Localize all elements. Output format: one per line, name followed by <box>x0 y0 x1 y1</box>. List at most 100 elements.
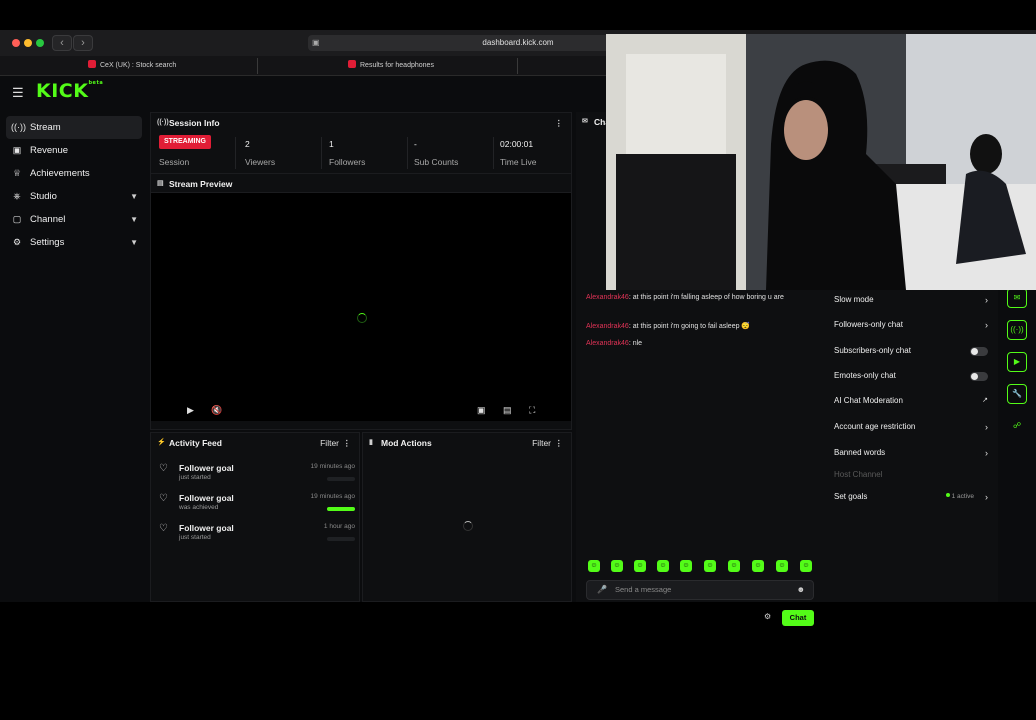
emote-icon[interactable]: ☺ <box>588 560 600 572</box>
stat-viewers: 2 Viewers <box>245 135 315 171</box>
stat-label: Session <box>159 157 190 167</box>
activity-feed-panel: ⚡ Activity Feed Filter ⋮ ♡ Follower goal… <box>150 432 360 602</box>
broadcast-icon[interactable]: ((·)) <box>1007 320 1027 340</box>
loading-spinner-icon <box>463 521 473 531</box>
subscribers-only-toggle[interactable] <box>970 347 988 356</box>
sidebar-item-studio[interactable]: ⎈ Studio ▼ <box>6 185 142 208</box>
emote-icon[interactable]: ☺ <box>657 560 669 572</box>
chat-message: Alexandrak46: at this point i'm falling … <box>586 294 784 301</box>
divider <box>321 137 322 169</box>
sidebar-item-revenue[interactable]: ▣ Revenue <box>6 139 142 162</box>
cex-favicon-icon <box>88 60 96 68</box>
chevron-right-icon: › <box>985 448 988 458</box>
emote-icon[interactable]: ☺ <box>680 560 692 572</box>
site-info-icon[interactable]: ▣ <box>312 35 320 51</box>
screen: ‹ › ▣ dashboard.kick.com CeX (UK) : Stoc… <box>0 0 1036 720</box>
chat-username[interactable]: Alexandrak46 <box>586 323 629 330</box>
banned-words-item[interactable]: Banned words › <box>834 445 994 461</box>
webcam-overlay <box>606 34 1036 290</box>
maximize-window-button[interactable] <box>36 39 44 47</box>
stream-preview-icon: ▤ <box>157 180 164 187</box>
chat-username[interactable]: Alexandrak46 <box>586 340 629 347</box>
divider <box>235 137 236 169</box>
sidebar-item-achievements[interactable]: ♕ Achievements <box>6 162 142 185</box>
sidebar-item-channel[interactable]: ▢ Channel ▼ <box>6 208 142 231</box>
stat-value: 1 <box>329 139 334 149</box>
emote-icon[interactable]: ☺ <box>752 560 764 572</box>
chevron-right-icon: › <box>985 422 988 432</box>
slow-mode-item[interactable]: Slow mode › <box>834 292 994 308</box>
stat-value: - <box>414 139 417 149</box>
ai-chat-moderation-item[interactable]: AI Chat Moderation ↗ <box>834 393 994 409</box>
chevron-right-icon: › <box>985 295 988 305</box>
studio-icon: ⎈ <box>13 191 21 201</box>
stat-label: Followers <box>329 157 366 167</box>
chat-settings-menu: Slow mode › Followers-only chat › Subscr… <box>828 290 998 602</box>
external-link-icon: ↗ <box>982 397 988 404</box>
broadcast-icon: ((·)) <box>11 122 26 132</box>
sidebar-item-stream[interactable]: ((·)) Stream <box>6 116 142 139</box>
divider <box>407 137 408 169</box>
heart-icon: ♡ <box>159 523 168 534</box>
lightning-icon: ⚡ <box>157 439 166 446</box>
more-options-icon[interactable]: ⋮ <box>555 433 564 453</box>
browser-tab-headphones[interactable]: Results for headphones <box>340 58 518 74</box>
video-icon[interactable]: ▶ <box>1007 352 1027 372</box>
picture-in-picture-icon[interactable]: ▣ <box>477 405 486 416</box>
more-options-icon[interactable]: ⋮ <box>343 433 352 453</box>
emote-icon[interactable]: ☺ <box>776 560 788 572</box>
stream-preview-player[interactable]: ▶ 🔇 ▣ ▤ ⛶ <box>151 193 571 421</box>
activity-item: ♡ Follower goal just started 1 hour ago <box>159 523 355 541</box>
activity-filter-button[interactable]: Filter <box>320 433 339 453</box>
mod-actions-panel: ▮ Mod Actions Filter ⋮ <box>362 432 572 602</box>
send-chat-button[interactable]: Chat <box>782 610 814 626</box>
minimize-window-button[interactable] <box>24 39 32 47</box>
goals-active-tag: 1 active <box>945 489 974 505</box>
chat-message-input[interactable]: 🎤 Send a message ☻ <box>586 580 814 600</box>
share-icon[interactable]: ☍ <box>1007 416 1027 436</box>
activity-item: ♡ Follower goal was achieved 19 minutes … <box>159 493 355 511</box>
menu-icon[interactable]: ☰ <box>12 85 24 101</box>
mute-icon[interactable]: 🔇 <box>211 405 222 416</box>
wrench-icon[interactable]: 🔧 <box>1007 384 1027 404</box>
chat-username[interactable]: Alexandrak46 <box>586 294 629 301</box>
account-age-restriction-item[interactable]: Account age restriction › <box>834 419 994 435</box>
subscribers-only-chat-item[interactable]: Subscribers-only chat <box>834 343 994 359</box>
argos-favicon-icon <box>348 60 356 68</box>
emotes-only-toggle[interactable] <box>970 372 988 381</box>
stat-label: Time Live <box>500 157 537 167</box>
back-button[interactable]: ‹ <box>52 35 72 51</box>
more-options-icon[interactable]: ⋮ <box>555 113 564 133</box>
emote-icon[interactable]: ☺ <box>704 560 716 572</box>
emote-icon[interactable]: ☺ <box>611 560 623 572</box>
stream-preview-header: ▤ Stream Preview <box>151 173 571 193</box>
emote-icon[interactable]: ☺ <box>800 560 812 572</box>
wallet-icon: ▣ <box>12 145 22 155</box>
followers-only-chat-item[interactable]: Followers-only chat › <box>834 317 994 333</box>
emotes-only-chat-item[interactable]: Emotes-only chat <box>834 368 994 384</box>
theatre-mode-icon[interactable]: ▤ <box>503 405 512 416</box>
play-icon[interactable]: ▶ <box>187 405 194 416</box>
kick-logo[interactable]: KICKbeta <box>36 80 103 102</box>
chat-message: Alexandrak46: nle <box>586 340 643 347</box>
goal-progress-bar <box>327 507 355 511</box>
channel-icon: ▢ <box>12 214 22 224</box>
emote-icon[interactable]: ☺ <box>728 560 740 572</box>
chat-bubble-icon[interactable]: ✉ <box>1007 288 1027 308</box>
emoji-picker-icon[interactable]: ☻ <box>797 581 805 599</box>
microphone-icon[interactable]: 🎤 <box>597 581 607 599</box>
chevron-down-icon: ▼ <box>130 192 138 201</box>
sidebar-item-settings[interactable]: ⚙ Settings ▼ <box>6 231 142 254</box>
fullscreen-icon[interactable]: ⛶ <box>529 405 535 416</box>
chat-settings-gear-icon[interactable]: ⚙ <box>764 612 771 621</box>
mod-filter-button[interactable]: Filter <box>532 433 551 453</box>
emote-bar: ☺ ☺ ☺ ☺ ☺ ☺ ☺ ☺ ☺ ☺ <box>586 560 818 574</box>
trophy-icon: ♕ <box>12 168 22 178</box>
stat-session: STREAMING Session <box>159 135 229 171</box>
forward-button[interactable]: › <box>73 35 93 51</box>
stat-followers: 1 Followers <box>329 135 399 171</box>
set-goals-item[interactable]: Set goals 1 active › <box>834 489 994 505</box>
close-window-button[interactable] <box>12 39 20 47</box>
browser-tab-cex[interactable]: CeX (UK) : Stock search <box>80 58 258 74</box>
emote-icon[interactable]: ☺ <box>634 560 646 572</box>
